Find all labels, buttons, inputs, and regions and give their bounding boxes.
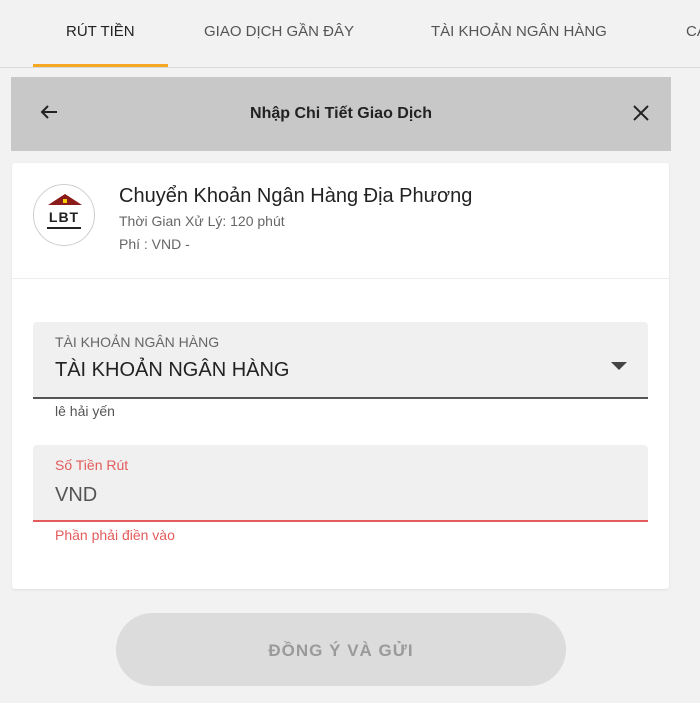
caret-down-icon[interactable] <box>611 362 627 370</box>
tab-bar: RÚT TIỀN GIAO DỊCH GẦN ĐÂY TÀI KHOẢN NGÂ… <box>0 0 700 68</box>
account-holder-name: lê hải yến <box>55 403 115 419</box>
required-field-error: Phần phải điền vào <box>55 527 175 543</box>
tab-bank-accounts[interactable]: TÀI KHOẢN NGÂN HÀNG <box>431 0 607 67</box>
bank-account-label: TÀI KHOẢN NGÂN HÀNG <box>55 334 220 350</box>
fee-text: Phí : VND - <box>119 236 190 252</box>
dialog-header: Nhập Chi Tiết Giao Dịch <box>11 77 671 151</box>
processing-time: Thời Gian Xử Lý: 120 phút <box>119 213 285 229</box>
withdraw-amount-label: Số Tiền Rút <box>55 457 129 473</box>
tab-withdraw[interactable]: RÚT TIỀN <box>33 0 168 67</box>
bank-logo-rule <box>47 227 81 229</box>
bank-account-value: TÀI KHOẢN NGÂN HÀNG <box>55 359 290 381</box>
withdraw-amount-value[interactable]: VND <box>55 484 97 507</box>
bank-logo-text: LBT <box>48 209 80 225</box>
bank-info: LBT Chuyển Khoản Ngân Hàng Địa Phương Th… <box>12 163 669 279</box>
bank-logo: LBT <box>33 184 95 246</box>
bank-account-select[interactable]: TÀI KHOẢN NGÂN HÀNG TÀI KHOẢN NGÂN HÀNG <box>33 322 648 399</box>
close-icon[interactable] <box>631 103 651 123</box>
transaction-card: LBT Chuyển Khoản Ngân Hàng Địa Phương Th… <box>12 163 669 589</box>
tab-more[interactable]: CÀ <box>686 0 700 67</box>
bank-roof-icon <box>48 194 82 205</box>
bank-name: Chuyển Khoản Ngân Hàng Địa Phương <box>119 185 473 207</box>
withdraw-amount-input[interactable]: Số Tiền Rút VND <box>33 445 648 522</box>
tab-recent-transactions[interactable]: GIAO DỊCH GẦN ĐÂY <box>204 0 354 67</box>
dialog-title: Nhập Chi Tiết Giao Dịch <box>250 105 432 122</box>
agree-and-submit-button[interactable]: ĐỒNG Ý VÀ GỬI <box>116 613 566 686</box>
